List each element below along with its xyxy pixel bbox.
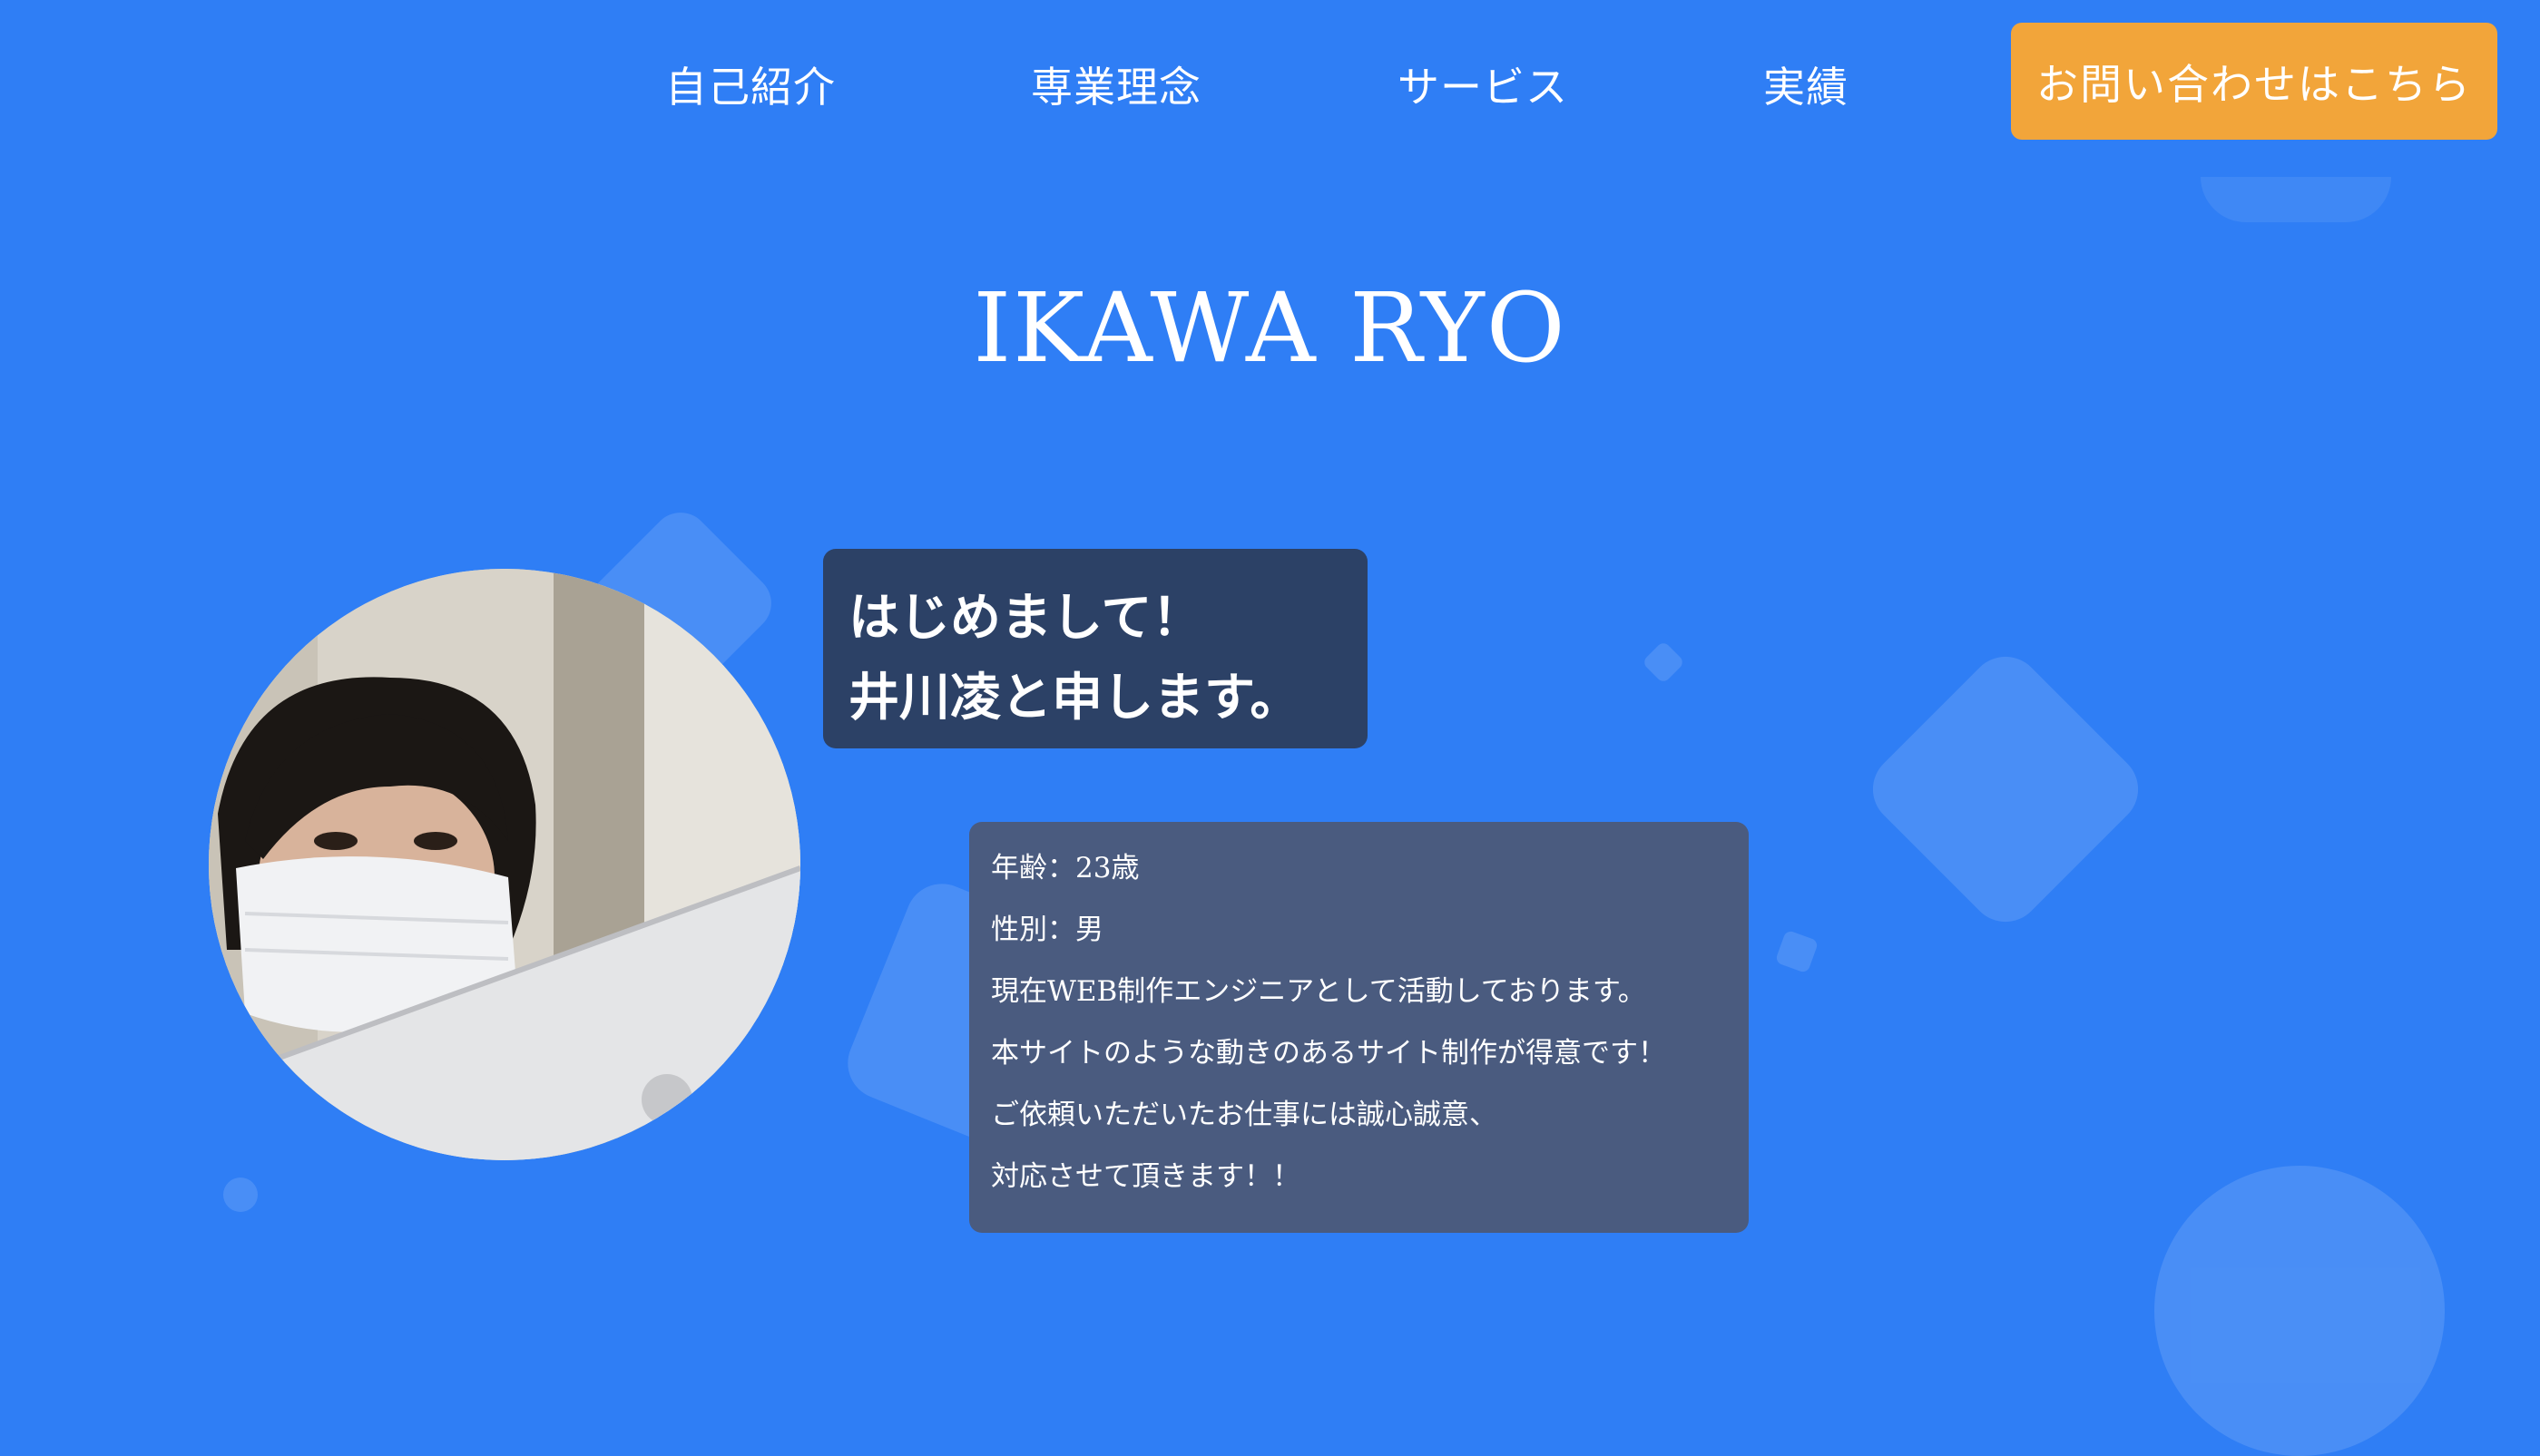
deco-half-circle: [2201, 177, 2391, 222]
profile-photo: [209, 569, 800, 1160]
deco-square-4: [1774, 929, 1819, 974]
contact-button[interactable]: お問い合わせはこちら: [2011, 23, 2497, 140]
deco-square-2: [1858, 641, 2153, 937]
profile-detail-6: 対応させて頂きます！！: [991, 1160, 1300, 1193]
profile-age: 年齢：23歳: [991, 852, 1140, 884]
greeting-line-1: はじめまして！: [848, 588, 1203, 648]
nav-link-philosophy[interactable]: 専業理念: [1031, 54, 1201, 114]
nav-link-about[interactable]: 自己紹介: [665, 54, 836, 114]
greeting-line-2: 井川凌と申します。: [848, 668, 1301, 728]
profile-avatar: [209, 569, 800, 1160]
nav-link-services[interactable]: サービス: [1397, 54, 1568, 114]
profile-detail-3: 現在WEB制作エンジニアとして活動しております。: [991, 975, 1646, 1008]
deco-circle-1: [2154, 1166, 2445, 1456]
profile-info-box: 年齢：23歳 性別：男 現在WEB制作エンジニアとして活動しております。 本サイ…: [969, 822, 1749, 1233]
profile-detail-5: ご依頼いただいたお仕事には誠心誠意、: [991, 1099, 1497, 1131]
greeting-box: はじめまして！ 井川凌と申します。: [823, 549, 1368, 748]
profile-gender: 性別：男: [991, 914, 1103, 946]
deco-circle-2: [223, 1178, 258, 1212]
deco-square-3: [1641, 640, 1686, 685]
hero-title: IKAWA RYO: [973, 272, 1567, 384]
profile-detail-4: 本サイトのような動きのあるサイト制作が得意です！: [991, 1037, 1666, 1070]
nav-link-works[interactable]: 実績: [1763, 54, 1849, 114]
